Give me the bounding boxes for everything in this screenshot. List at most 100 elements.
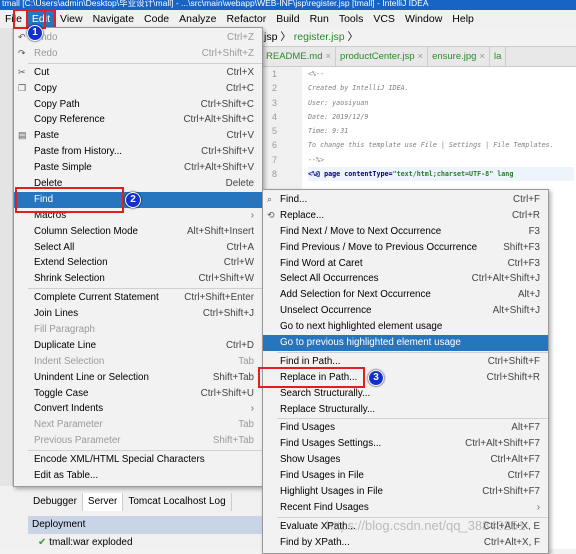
- debug-tab-tomcat-localhost-log[interactable]: Tomcat Localhost Log: [123, 493, 232, 511]
- menu-vcs[interactable]: VCS: [368, 10, 400, 28]
- menu-item-indent-selection[interactable]: Indent Selection Tab: [14, 354, 262, 370]
- menu-item-go-to-next-highlighted-element-usage[interactable]: Go to next highlighted element usage: [263, 319, 548, 335]
- menu-refactor[interactable]: Refactor: [222, 10, 272, 28]
- menu-item-recent-find-usages[interactable]: Recent Find Usages ›: [263, 500, 548, 516]
- menu-item-find-usages[interactable]: Find Usages Alt+F7: [263, 420, 548, 436]
- deployment-item[interactable]: ✔ tmall:war exploded: [38, 536, 133, 550]
- menu-run[interactable]: Run: [305, 10, 334, 28]
- menu-item-convert-indents[interactable]: Convert Indents ›: [14, 401, 262, 417]
- menu-item-shortcut: Shift+Tab: [212, 435, 254, 447]
- menu-item-label: Copy Reference: [34, 114, 105, 126]
- line-number: 2: [272, 83, 278, 94]
- menu-item-encode-xml-html-special-characters[interactable]: Encode XML/HTML Special Characters: [14, 452, 262, 468]
- menu-item-label: Find by XPath...: [280, 536, 350, 548]
- menu-item-column-selection-mode[interactable]: Column Selection Mode Alt+Shift+Insert: [14, 224, 262, 240]
- menu-navigate[interactable]: Navigate: [88, 10, 139, 28]
- menu-item-find-previous-move-to-previous-occurrence[interactable]: Find Previous / Move to Previous Occurre…: [263, 240, 548, 256]
- menu-item-replace[interactable]: ⟲ Replace... Ctrl+R: [263, 208, 548, 224]
- paste-icon: ▤: [18, 130, 27, 141]
- close-icon[interactable]: ×: [325, 51, 331, 62]
- chevron-right-icon: ›: [250, 193, 254, 205]
- menu-item-label: Find Usages Settings...: [280, 438, 382, 450]
- menu-item-cut[interactable]: ✂ Cut Ctrl+X: [14, 65, 262, 81]
- menu-window[interactable]: Window: [400, 10, 447, 28]
- menu-code[interactable]: Code: [139, 10, 174, 28]
- menu-item-shortcut: F3: [528, 225, 540, 237]
- menu-item-shortcut: Shift+F3: [503, 241, 540, 253]
- menu-item-paste-simple[interactable]: Paste Simple Ctrl+Alt+Shift+V: [14, 160, 262, 176]
- menu-item-label: Paste Simple: [34, 162, 92, 174]
- menu-item-complete-current-statement[interactable]: Complete Current Statement Ctrl+Shift+Ent…: [14, 290, 262, 306]
- menu-item-label: Highlight Usages in File: [280, 486, 383, 498]
- menu-item-highlight-usages-in-file[interactable]: Highlight Usages in File Ctrl+Shift+F7: [263, 484, 548, 500]
- menu-item-next-parameter[interactable]: Next Parameter Tab: [14, 417, 262, 433]
- menu-item-duplicate-line[interactable]: Duplicate Line Ctrl+D: [14, 338, 262, 354]
- menu-item-evaluate-xpath[interactable]: Evaluate XPath... Ctrl+Alt+X, E: [263, 519, 548, 535]
- close-icon[interactable]: ×: [479, 51, 485, 62]
- menu-item-go-to-previous-highlighted-element-usage[interactable]: Go to previous highlighted element usage: [263, 335, 548, 351]
- editor-tab[interactable]: README.md ×: [262, 47, 337, 66]
- editor-tab[interactable]: productCenter.jsp ×: [336, 47, 429, 66]
- code-line: <%--: [308, 70, 325, 78]
- menu-build[interactable]: Build: [271, 10, 304, 28]
- menu-item-find-usages-settings[interactable]: Find Usages Settings... Ctrl+Alt+Shift+F7: [263, 436, 548, 452]
- menu-item-undo[interactable]: ↶ Undo Ctrl+Z: [14, 30, 262, 46]
- line-number: 7: [272, 154, 278, 165]
- menu-item-join-lines[interactable]: Join Lines Ctrl+Shift+J: [14, 306, 262, 322]
- menu-item-label: Evaluate XPath...: [280, 520, 356, 532]
- menu-item-find-word-at-caret[interactable]: Find Word at Caret Ctrl+F3: [263, 256, 548, 272]
- menu-item-label: Convert Indents: [34, 403, 104, 415]
- debug-tab-server[interactable]: Server: [82, 493, 124, 511]
- menu-item-find-by-xpath[interactable]: Find by XPath... Ctrl+Alt+X, F: [263, 535, 548, 551]
- menu-item-find-next-move-to-next-occurrence[interactable]: Find Next / Move to Next Occurrence F3: [263, 224, 548, 240]
- project-tool-strip[interactable]: [0, 28, 13, 549]
- menu-item-shrink-selection[interactable]: Shrink Selection Ctrl+Shift+W: [14, 271, 262, 287]
- menu-item-label: Find Usages in File: [280, 470, 364, 482]
- redo-icon: ↷: [18, 47, 26, 58]
- menu-item-paste[interactable]: ▤ Paste Ctrl+V: [14, 128, 262, 144]
- menu-item-toggle-case[interactable]: Toggle Case Ctrl+Shift+U: [14, 386, 262, 402]
- editor-tab[interactable]: ensure.jpg ×: [428, 47, 491, 66]
- close-icon[interactable]: ×: [418, 51, 424, 62]
- menu-item-copy-path[interactable]: Copy Path Ctrl+Shift+C: [14, 97, 262, 113]
- menu-item-redo[interactable]: ↷ Redo Ctrl+Shift+Z: [14, 46, 262, 62]
- editor-tab[interactable]: la: [490, 47, 507, 66]
- menu-item-edit-as-table[interactable]: Edit as Table...: [14, 468, 262, 484]
- menu-item-extend-selection[interactable]: Extend Selection Ctrl+W: [14, 255, 262, 271]
- breadcrumb-current[interactable]: register.jsp: [294, 31, 345, 43]
- debug-tab-debugger[interactable]: Debugger: [28, 493, 83, 511]
- code-line: To change this template use File | Setti…: [308, 141, 554, 150]
- menu-tools[interactable]: Tools: [334, 10, 369, 28]
- menu-item-shortcut: Ctrl+Shift+U: [200, 387, 254, 399]
- menu-item-label: Find Word at Caret: [280, 257, 363, 269]
- line-number: 6: [272, 140, 278, 151]
- menu-help[interactable]: Help: [447, 10, 479, 28]
- menu-item-label: Add Selection for Next Occurrence: [280, 289, 431, 301]
- menu-item-copy[interactable]: ❐ Copy Ctrl+C: [14, 81, 262, 97]
- menu-item-label: Duplicate Line: [34, 339, 97, 351]
- menu-item-unselect-occurrence[interactable]: Unselect Occurrence Alt+Shift+J: [263, 303, 548, 319]
- menu-item-copy-reference[interactable]: Copy Reference Ctrl+Alt+Shift+C: [14, 112, 262, 128]
- menu-item-select-all-occurrences[interactable]: Select All Occurrences Ctrl+Alt+Shift+J: [263, 271, 548, 287]
- menu-analyze[interactable]: Analyze: [174, 10, 221, 28]
- menu-item-fill-paragraph[interactable]: Fill Paragraph: [14, 322, 262, 338]
- menu-item-replace-structurally[interactable]: Replace Structurally...: [263, 402, 548, 418]
- menu-view[interactable]: View: [55, 10, 88, 28]
- menu-item-label: Find...: [280, 194, 308, 205]
- menu-item-search-structurally[interactable]: Search Structurally...: [263, 386, 548, 402]
- menu-item-show-usages[interactable]: Show Usages Ctrl+Alt+F7: [263, 452, 548, 468]
- line-number: 5: [272, 126, 278, 137]
- menu-item-add-selection-for-next-occurrence[interactable]: Add Selection for Next Occurrence Alt+J: [263, 287, 548, 303]
- breadcrumb-prev[interactable]: jsp: [264, 31, 277, 43]
- copy-icon: ❐: [18, 82, 27, 93]
- menu-item-unindent-line-or-selection[interactable]: Unindent Line or Selection Shift+Tab: [14, 370, 262, 386]
- menu-item-shortcut: Ctrl+Shift+W: [198, 273, 254, 285]
- menu-item-find[interactable]: ⌕ Find... Ctrl+F: [263, 192, 548, 208]
- menu-item-find-usages-in-file[interactable]: Find Usages in File Ctrl+F7: [263, 468, 548, 484]
- menu-item-paste-from-history[interactable]: Paste from History... Ctrl+Shift+V: [14, 144, 262, 160]
- menu-item-previous-parameter[interactable]: Previous Parameter Shift+Tab: [14, 433, 262, 449]
- code-line: --%>: [308, 155, 325, 164]
- menu-item-label: Find Next / Move to Next Occurrence: [280, 225, 442, 237]
- menu-item-shortcut: Ctrl+Shift+R: [486, 371, 540, 383]
- menu-item-select-all[interactable]: Select All Ctrl+A: [14, 240, 262, 256]
